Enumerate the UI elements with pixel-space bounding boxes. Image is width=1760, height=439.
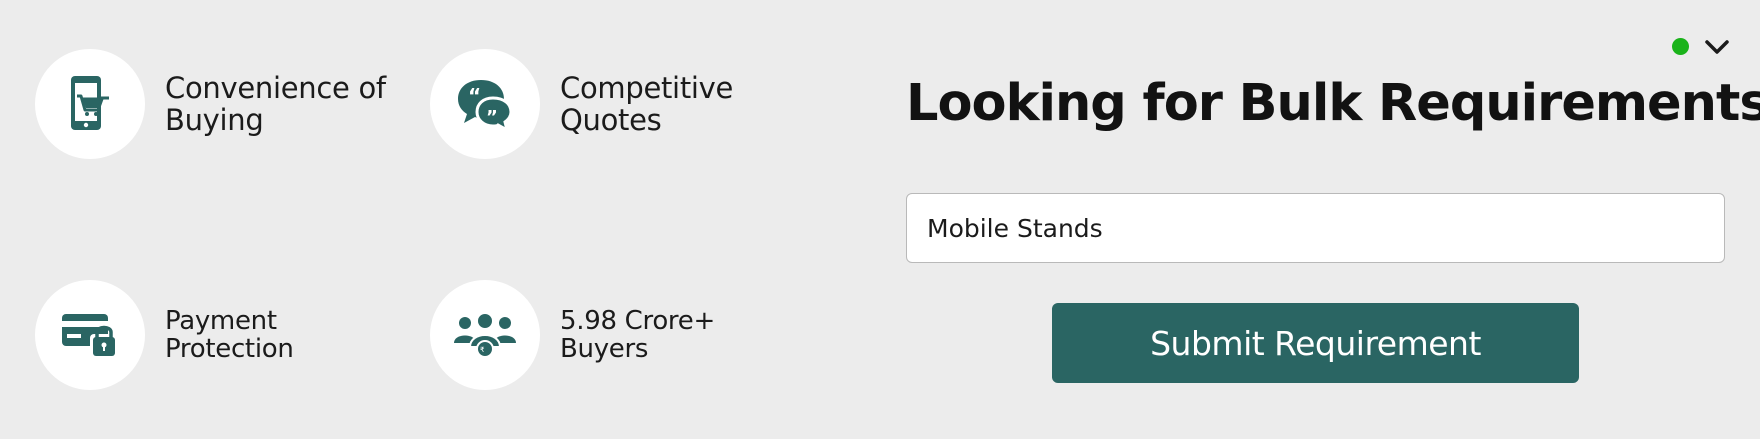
feature-quotes: “ ” Competitive Quotes (430, 49, 733, 159)
feature-label: Convenience of Buying (165, 71, 386, 137)
feature-convenience: Convenience of Buying (35, 49, 386, 159)
svg-text:”: ” (486, 107, 498, 128)
feature-icon-circle (35, 49, 145, 159)
product-name-input[interactable] (906, 193, 1725, 263)
submit-requirement-button[interactable]: Submit Requirement (1052, 303, 1579, 383)
online-status-dot (1672, 38, 1689, 55)
mobile-cart-icon (65, 74, 115, 134)
bulk-requirement-banner: Convenience of Buying “ ” Competitive Qu… (0, 0, 1760, 439)
svg-text:“: “ (468, 84, 481, 108)
quote-bubbles-icon: “ ” (455, 76, 515, 132)
feature-icon-circle: “ ” (430, 49, 540, 159)
feature-label: Payment Protection (165, 306, 294, 364)
svg-text:₹: ₹ (480, 346, 485, 354)
feature-label: Competitive Quotes (560, 71, 734, 137)
buyers-group-icon: ₹ (452, 311, 518, 359)
feature-icon-circle (35, 280, 145, 390)
card-lock-icon (60, 310, 120, 360)
feature-payment-protection: Payment Protection (35, 280, 294, 390)
chevron-down-icon[interactable] (1704, 36, 1730, 58)
page-title: Looking for Bulk Requirements? (906, 74, 1760, 133)
feature-label: 5.98 Crore+ Buyers (560, 306, 715, 364)
feature-icon-circle: ₹ (430, 280, 540, 390)
feature-buyers: ₹ 5.98 Crore+ Buyers (430, 280, 715, 390)
